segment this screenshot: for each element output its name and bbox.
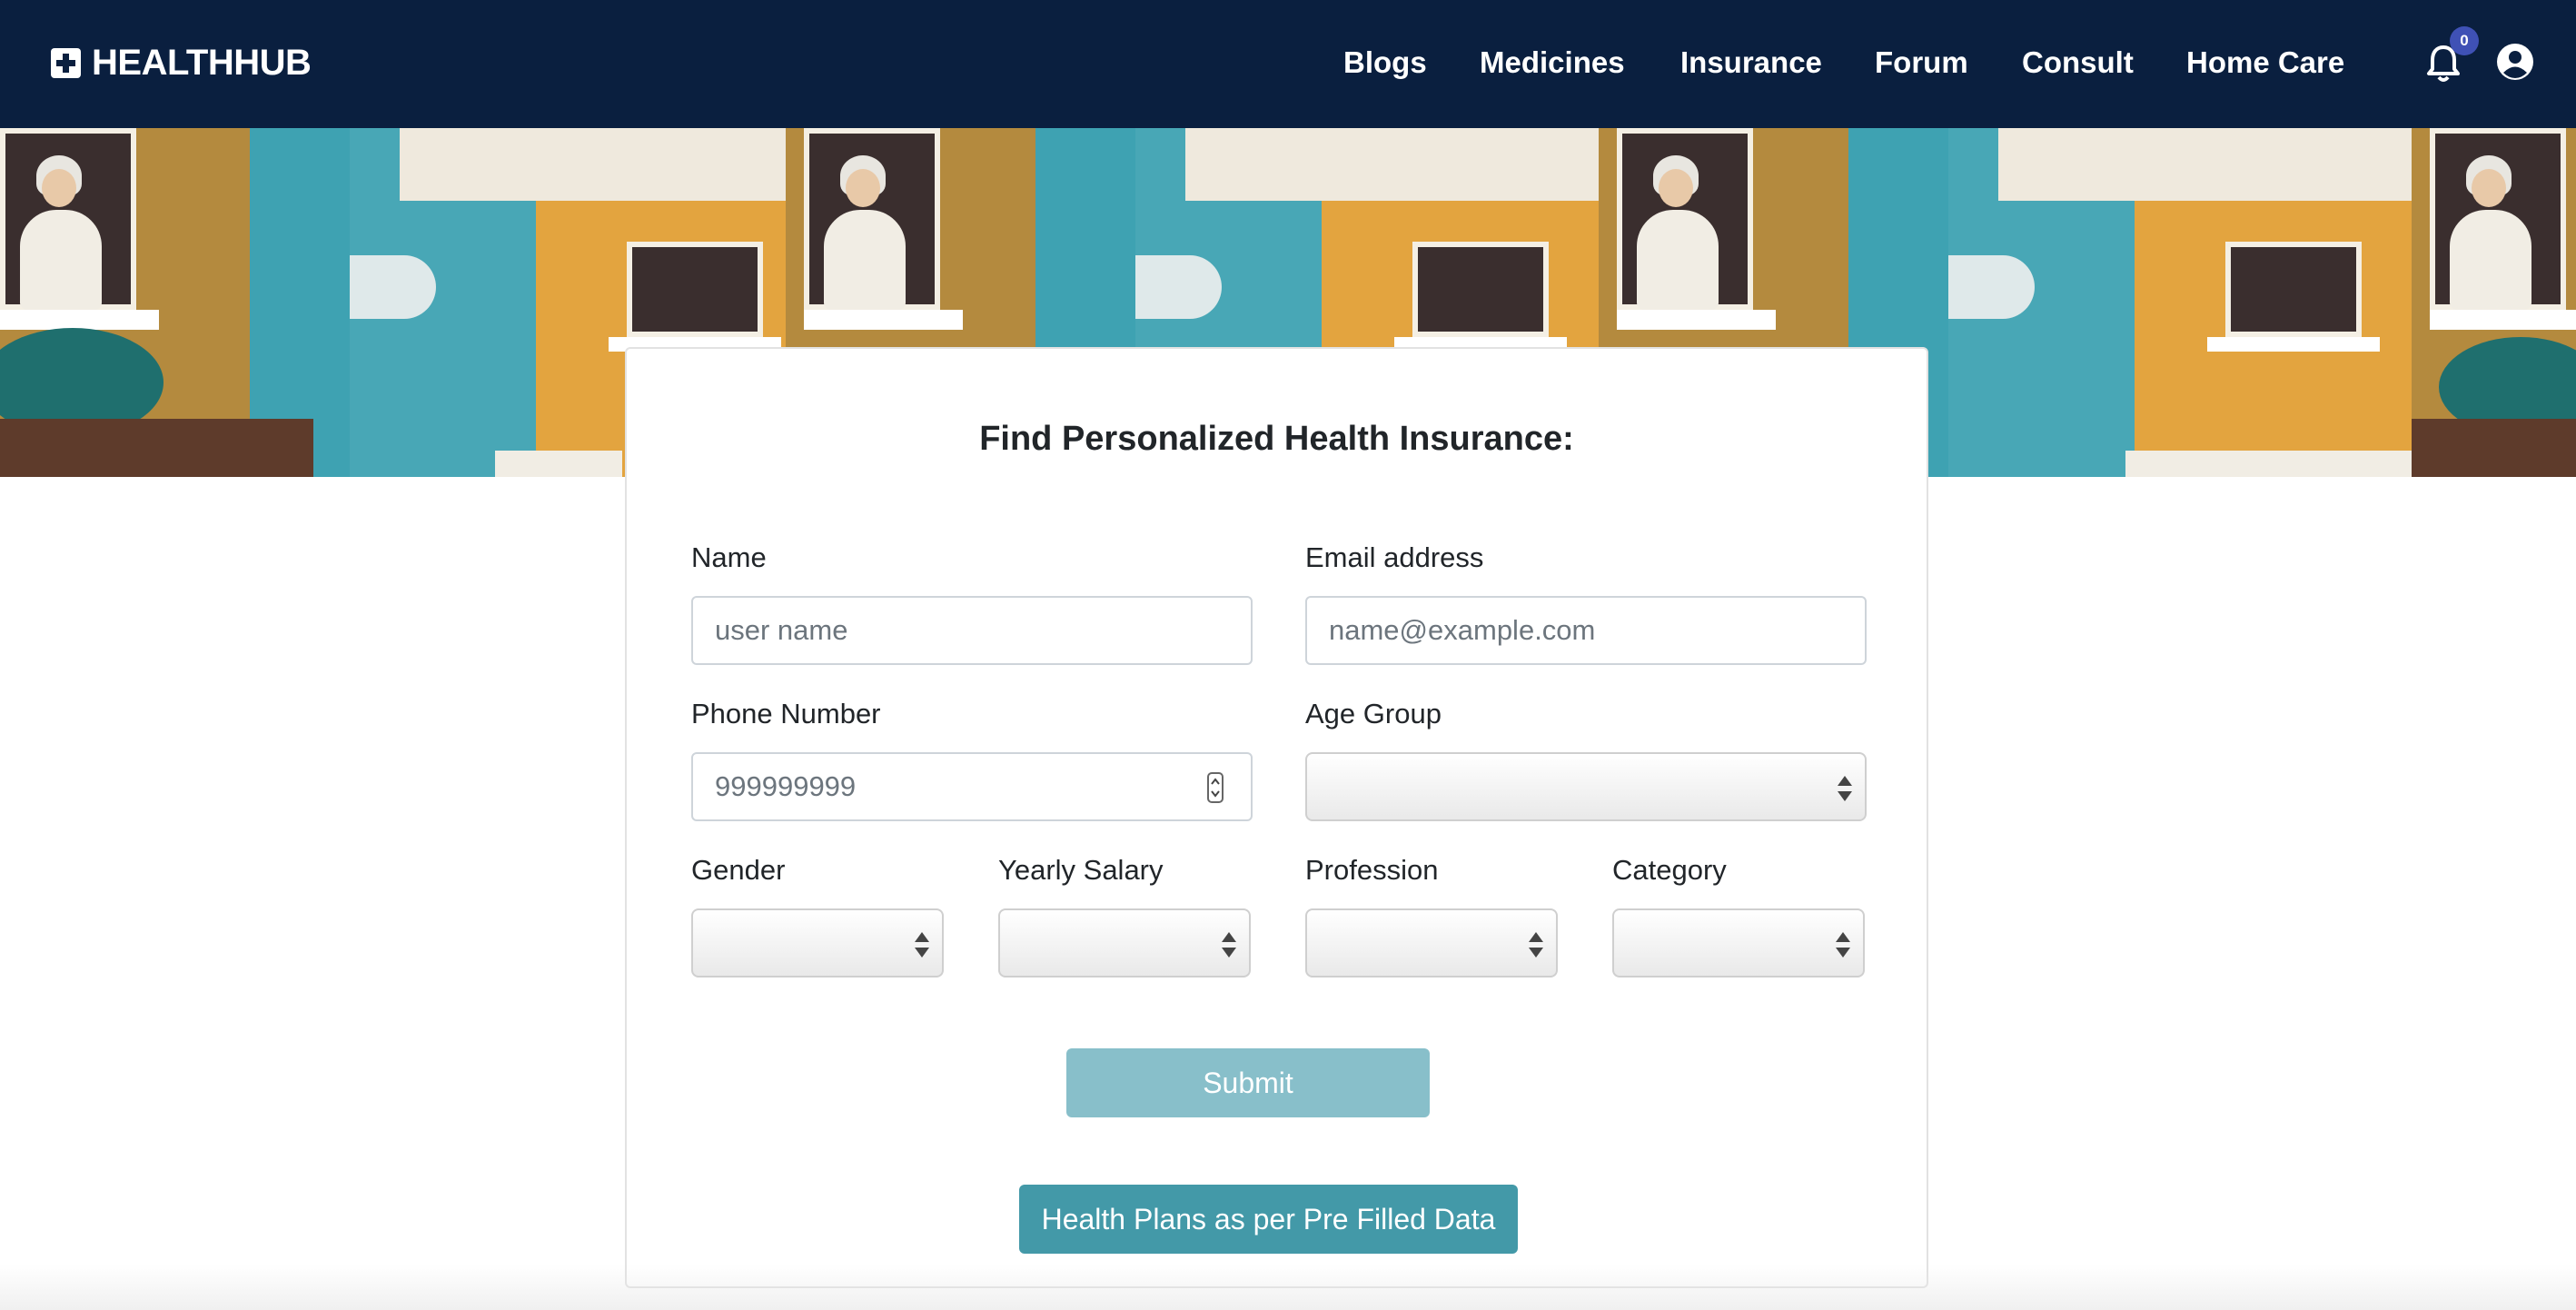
select-arrows-icon bbox=[915, 932, 929, 958]
user-account-icon[interactable] bbox=[2496, 43, 2534, 81]
top-navbar: HEALTHHUB Blogs Medicines Insurance Foru… bbox=[0, 0, 2576, 128]
illustration-tile bbox=[2412, 128, 2576, 477]
nav-link-medicines[interactable]: Medicines bbox=[1480, 40, 1625, 85]
brand-logo[interactable]: HEALTHHUB bbox=[51, 40, 312, 85]
age-group-label: Age Group bbox=[1305, 698, 1442, 729]
select-arrows-icon bbox=[1529, 932, 1543, 958]
email-label: Email address bbox=[1305, 541, 1484, 573]
select-arrows-icon bbox=[1838, 776, 1852, 801]
brand-name: HEALTHHUB bbox=[92, 42, 312, 83]
submit-button[interactable]: Submit bbox=[1066, 1048, 1430, 1117]
nav-link-insurance[interactable]: Insurance bbox=[1680, 40, 1822, 85]
number-spinner-icon[interactable] bbox=[1207, 772, 1224, 803]
gender-label: Gender bbox=[691, 854, 786, 886]
medical-cross-icon bbox=[51, 47, 81, 78]
insurance-form-card: Find Personalized Health Insurance: Name… bbox=[625, 347, 1928, 1288]
yearly-salary-select[interactable] bbox=[998, 908, 1251, 978]
category-label: Category bbox=[1612, 854, 1727, 886]
page-bottom-shadow bbox=[0, 1265, 2576, 1310]
profession-select[interactable] bbox=[1305, 908, 1558, 978]
nav-link-blogs[interactable]: Blogs bbox=[1343, 40, 1427, 85]
phone-number-input[interactable]: 999999999 bbox=[691, 752, 1253, 821]
name-input[interactable]: user name bbox=[691, 596, 1253, 665]
phone-label: Phone Number bbox=[691, 698, 881, 729]
select-arrows-icon bbox=[1836, 932, 1850, 958]
profession-label: Profession bbox=[1305, 854, 1439, 886]
nav-link-forum[interactable]: Forum bbox=[1875, 40, 1968, 85]
email-input[interactable]: name@example.com bbox=[1305, 596, 1867, 665]
notification-badge: 0 bbox=[2450, 26, 2479, 55]
gender-select[interactable] bbox=[691, 908, 944, 978]
yearly-salary-label: Yearly Salary bbox=[998, 854, 1164, 886]
prefilled-plans-button[interactable]: Health Plans as per Pre Filled Data bbox=[1019, 1185, 1518, 1254]
nav-link-home-care[interactable]: Home Care bbox=[2186, 40, 2344, 85]
name-label: Name bbox=[691, 541, 767, 573]
category-select[interactable] bbox=[1612, 908, 1865, 978]
age-group-select[interactable] bbox=[1305, 752, 1867, 821]
select-arrows-icon bbox=[1222, 932, 1236, 958]
nav-link-consult[interactable]: Consult bbox=[2022, 40, 2134, 85]
phone-placeholder: 999999999 bbox=[715, 770, 857, 802]
form-title: Find Personalized Health Insurance: bbox=[979, 420, 1574, 458]
